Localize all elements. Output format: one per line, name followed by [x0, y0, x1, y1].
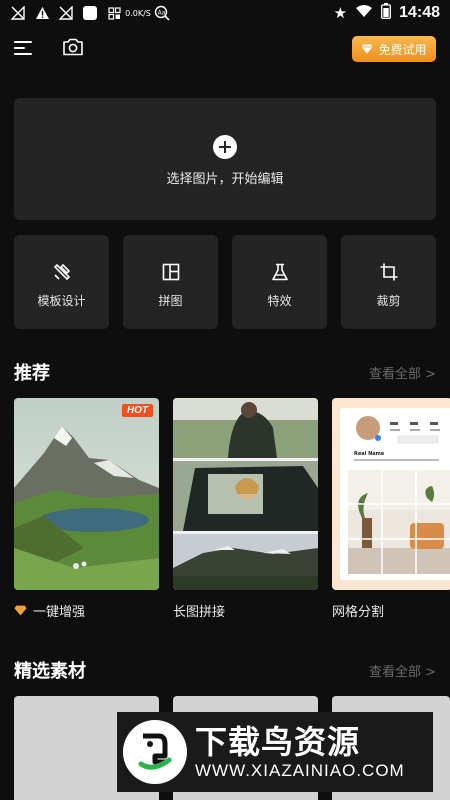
- diamond-icon: [361, 44, 373, 54]
- pick-photo-card[interactable]: 选择图片，开始编辑: [14, 98, 436, 220]
- profile-name: Real Name: [354, 451, 385, 457]
- recommend-label-long-stitch: 长图拼接: [173, 605, 226, 620]
- diamond-icon: [14, 605, 27, 616]
- tools-row: 模板设计 拼图 特效 裁剪: [14, 235, 436, 329]
- status-time: 14:48: [399, 4, 440, 21]
- hot-badge: HOT: [121, 404, 153, 417]
- recommend-label-enhance: 一键增强: [14, 601, 85, 620]
- materials-title: 精选素材: [14, 661, 86, 682]
- watermark-url: WWW.XIAZAINIAO.COM: [195, 761, 405, 780]
- text-scan-icon: Aa: [154, 5, 170, 21]
- tool-collage[interactable]: 拼图: [123, 235, 218, 329]
- tool-label: 模板设计: [37, 294, 86, 308]
- bird-logo-icon: [123, 720, 187, 784]
- app-header: 免费试用: [0, 30, 450, 70]
- network-speed-icon: 0.0K/S: [125, 8, 151, 18]
- svg-text:Aa: Aa: [158, 10, 166, 17]
- signal-off-icon: [58, 5, 74, 21]
- tool-template-design[interactable]: 模板设计: [14, 235, 109, 329]
- recommend-card-enhance[interactable]: HOT: [14, 398, 159, 590]
- signal-off-icon: [10, 5, 26, 21]
- stitch-image: [173, 398, 318, 590]
- status-right-icons: ★ 14:48: [334, 3, 440, 23]
- tool-effects[interactable]: 特效: [232, 235, 327, 329]
- tool-label: 拼图: [158, 294, 183, 308]
- battery-icon: [381, 3, 392, 23]
- recommend-view-all-link[interactable]: 查看全部 >: [369, 363, 436, 382]
- grid-icon: [106, 5, 122, 21]
- plus-circle-icon: [213, 135, 237, 159]
- recommend-label-grid-split: 网格分割: [332, 605, 385, 620]
- alert-icon: [34, 5, 50, 21]
- free-trial-label: 免费试用: [378, 42, 427, 57]
- recommend-card-grid-split[interactable]: Real Name: [332, 398, 450, 590]
- status-bar: 0.0K/S Aa ★ 14:48: [0, 0, 450, 26]
- watermark-title: 下载鸟资源: [195, 723, 361, 761]
- tool-label: 特效: [267, 294, 292, 308]
- template-design-icon: [53, 263, 71, 281]
- wifi-icon: [355, 4, 373, 22]
- free-trial-button[interactable]: 免费试用: [352, 36, 436, 62]
- tool-crop[interactable]: 裁剪: [341, 235, 436, 329]
- app-square-icon: [82, 5, 98, 21]
- flask-effect-icon: [272, 263, 288, 281]
- recommend-title: 推荐: [14, 363, 50, 384]
- status-left-icons: 0.0K/S Aa: [10, 5, 170, 21]
- watermark-banner: 下载鸟资源 WWW.XIAZAINIAO.COM: [117, 712, 433, 792]
- pick-photo-label: 选择图片，开始编辑: [166, 172, 284, 187]
- materials-view-all-link[interactable]: 查看全部 >: [369, 661, 436, 680]
- crop-icon: [380, 263, 398, 281]
- watermark-text: 下载鸟资源 WWW.XIAZAINIAO.COM: [195, 723, 405, 781]
- collage-icon: [162, 263, 180, 281]
- recommend-label-text: 一键增强: [33, 605, 86, 620]
- star-icon: ★: [333, 4, 348, 22]
- grid-split-image: Real Name: [332, 398, 450, 590]
- camera-icon[interactable]: [62, 38, 84, 60]
- landscape-image: [14, 398, 159, 590]
- recommend-card-long-stitch[interactable]: [173, 398, 318, 590]
- tool-label: 裁剪: [376, 294, 401, 308]
- menu-icon[interactable]: [14, 40, 32, 56]
